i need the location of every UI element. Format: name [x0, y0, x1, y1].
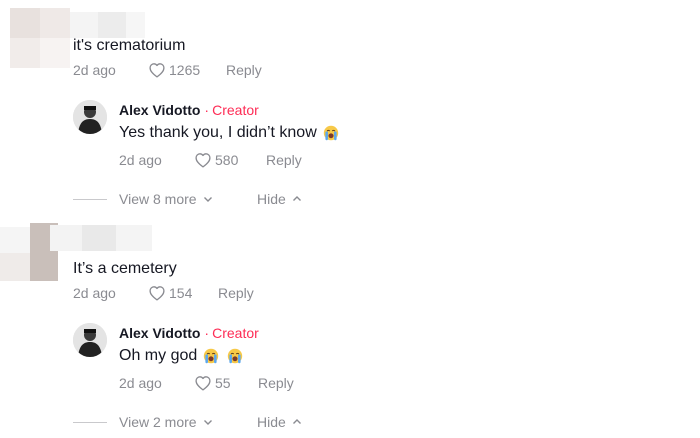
hide-label: Hide — [257, 191, 286, 207]
creator-badge: Creator — [212, 325, 259, 341]
comment-text: It’s a cemetery — [73, 260, 177, 277]
like-count: 55 — [215, 375, 231, 391]
divider — [73, 421, 107, 423]
heart-icon — [195, 153, 211, 168]
heart-icon — [149, 63, 165, 78]
crying-face-emoji — [228, 348, 243, 364]
chevron-down-icon — [203, 420, 212, 425]
avatar[interactable] — [73, 323, 107, 357]
reply-username[interactable]: Alex Vidotto — [119, 102, 200, 118]
reply-button[interactable]: Reply — [218, 285, 254, 301]
separator-dot: · — [204, 102, 210, 118]
like-count: 580 — [215, 152, 239, 168]
replies-controls: View 2 more Hide — [73, 412, 302, 432]
like-count: 1265 — [169, 62, 201, 78]
like-button[interactable]: 580 — [194, 152, 266, 168]
view-more-label: View 2 more — [119, 414, 197, 430]
reply-date: 2d ago — [119, 152, 162, 168]
comment-date: 2d ago — [73, 62, 116, 78]
hide-label: Hide — [257, 414, 286, 430]
like-button[interactable]: 154 — [148, 285, 218, 301]
heart-icon — [149, 286, 165, 301]
view-more-label: View 8 more — [119, 191, 197, 207]
like-button[interactable]: 55 — [194, 375, 258, 391]
divider — [73, 198, 107, 200]
view-more-replies-button[interactable]: View 8 more — [119, 191, 257, 207]
comment-meta: 2d ago 1265 Reply — [73, 60, 262, 80]
avatar[interactable] — [73, 100, 107, 134]
reply-meta: 2d ago 580 Reply — [119, 150, 302, 170]
chevron-up-icon — [292, 196, 301, 201]
reply-button[interactable]: Reply — [266, 152, 302, 168]
reply-button[interactable]: Reply — [258, 375, 294, 391]
hide-replies-button[interactable]: Hide — [257, 414, 302, 430]
crying-face-emoji — [323, 125, 338, 141]
replies-controls: View 8 more Hide — [73, 189, 302, 209]
comment-text: it's crematorium — [73, 37, 186, 54]
hide-replies-button[interactable]: Hide — [257, 191, 302, 207]
like-button[interactable]: 1265 — [148, 62, 226, 78]
chevron-up-icon — [292, 419, 301, 424]
reply-text: Yes thank you, I didn’t know — [119, 124, 317, 141]
comment-date: 2d ago — [73, 285, 116, 301]
reply-date: 2d ago — [119, 375, 162, 391]
chevron-down-icon — [203, 197, 212, 202]
view-more-replies-button[interactable]: View 2 more — [119, 414, 257, 430]
crying-face-emoji — [204, 348, 219, 364]
heart-icon — [195, 376, 211, 391]
reply-text: Oh my god — [119, 347, 198, 364]
separator-dot: · — [204, 325, 210, 341]
like-count: 154 — [169, 285, 193, 301]
reply-button[interactable]: Reply — [226, 62, 262, 78]
comment-meta: 2d ago 154 Reply — [73, 283, 254, 303]
creator-badge: Creator — [212, 102, 259, 118]
reply-username[interactable]: Alex Vidotto — [119, 325, 200, 341]
reply-meta: 2d ago 55 Reply — [119, 373, 294, 393]
